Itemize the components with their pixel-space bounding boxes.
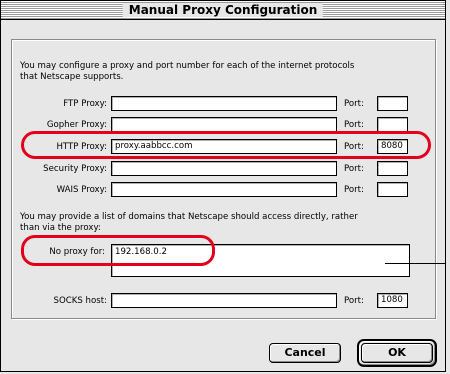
gopher-proxy-input[interactable] [111, 117, 337, 132]
callout-line [385, 263, 445, 264]
proxy-config-dialog: Manual Proxy Configuration You may confi… [0, 0, 446, 372]
noproxy-line-2: than via the proxy: [20, 223, 101, 233]
gopher-port-label: Port: [344, 120, 364, 130]
intro-line-2: that Netscape supports. [20, 72, 124, 82]
socks-host-label: SOCKS host: [53, 296, 108, 306]
socks-port-input[interactable]: 1080 [377, 293, 408, 308]
http-proxy-label: HTTP Proxy: [56, 142, 107, 152]
socks-port-label: Port: [344, 296, 364, 306]
wais-port-input[interactable] [377, 182, 408, 197]
http-port-label: Port: [344, 142, 364, 152]
cancel-button[interactable]: Cancel [269, 343, 341, 363]
ftp-port-input[interactable] [377, 96, 408, 111]
no-proxy-textarea[interactable]: 192.168.0.2 [111, 244, 410, 277]
no-proxy-label: No proxy for: [49, 247, 105, 257]
gopher-port-input[interactable] [377, 117, 408, 132]
security-port-label: Port: [344, 164, 364, 174]
dialog-title: Manual Proxy Configuration [122, 3, 324, 17]
security-proxy-input[interactable] [111, 161, 337, 176]
wais-proxy-input[interactable] [111, 182, 337, 197]
title-bar[interactable]: Manual Proxy Configuration [1, 1, 445, 20]
ftp-port-label: Port: [344, 99, 364, 109]
wais-proxy-label: WAIS Proxy: [56, 185, 107, 195]
wais-port-label: Port: [344, 185, 364, 195]
gopher-proxy-label: Gopher Proxy: [46, 120, 107, 130]
socks-host-input[interactable] [111, 293, 337, 308]
ftp-proxy-label: FTP Proxy: [63, 99, 107, 109]
security-proxy-label: Security Proxy: [43, 164, 107, 174]
http-proxy-input[interactable]: proxy.aabbcc.com [111, 139, 337, 154]
http-port-input[interactable]: 8080 [377, 139, 408, 154]
security-port-input[interactable] [377, 161, 408, 176]
ftp-proxy-input[interactable] [111, 96, 337, 111]
ok-button[interactable]: OK [361, 343, 433, 363]
